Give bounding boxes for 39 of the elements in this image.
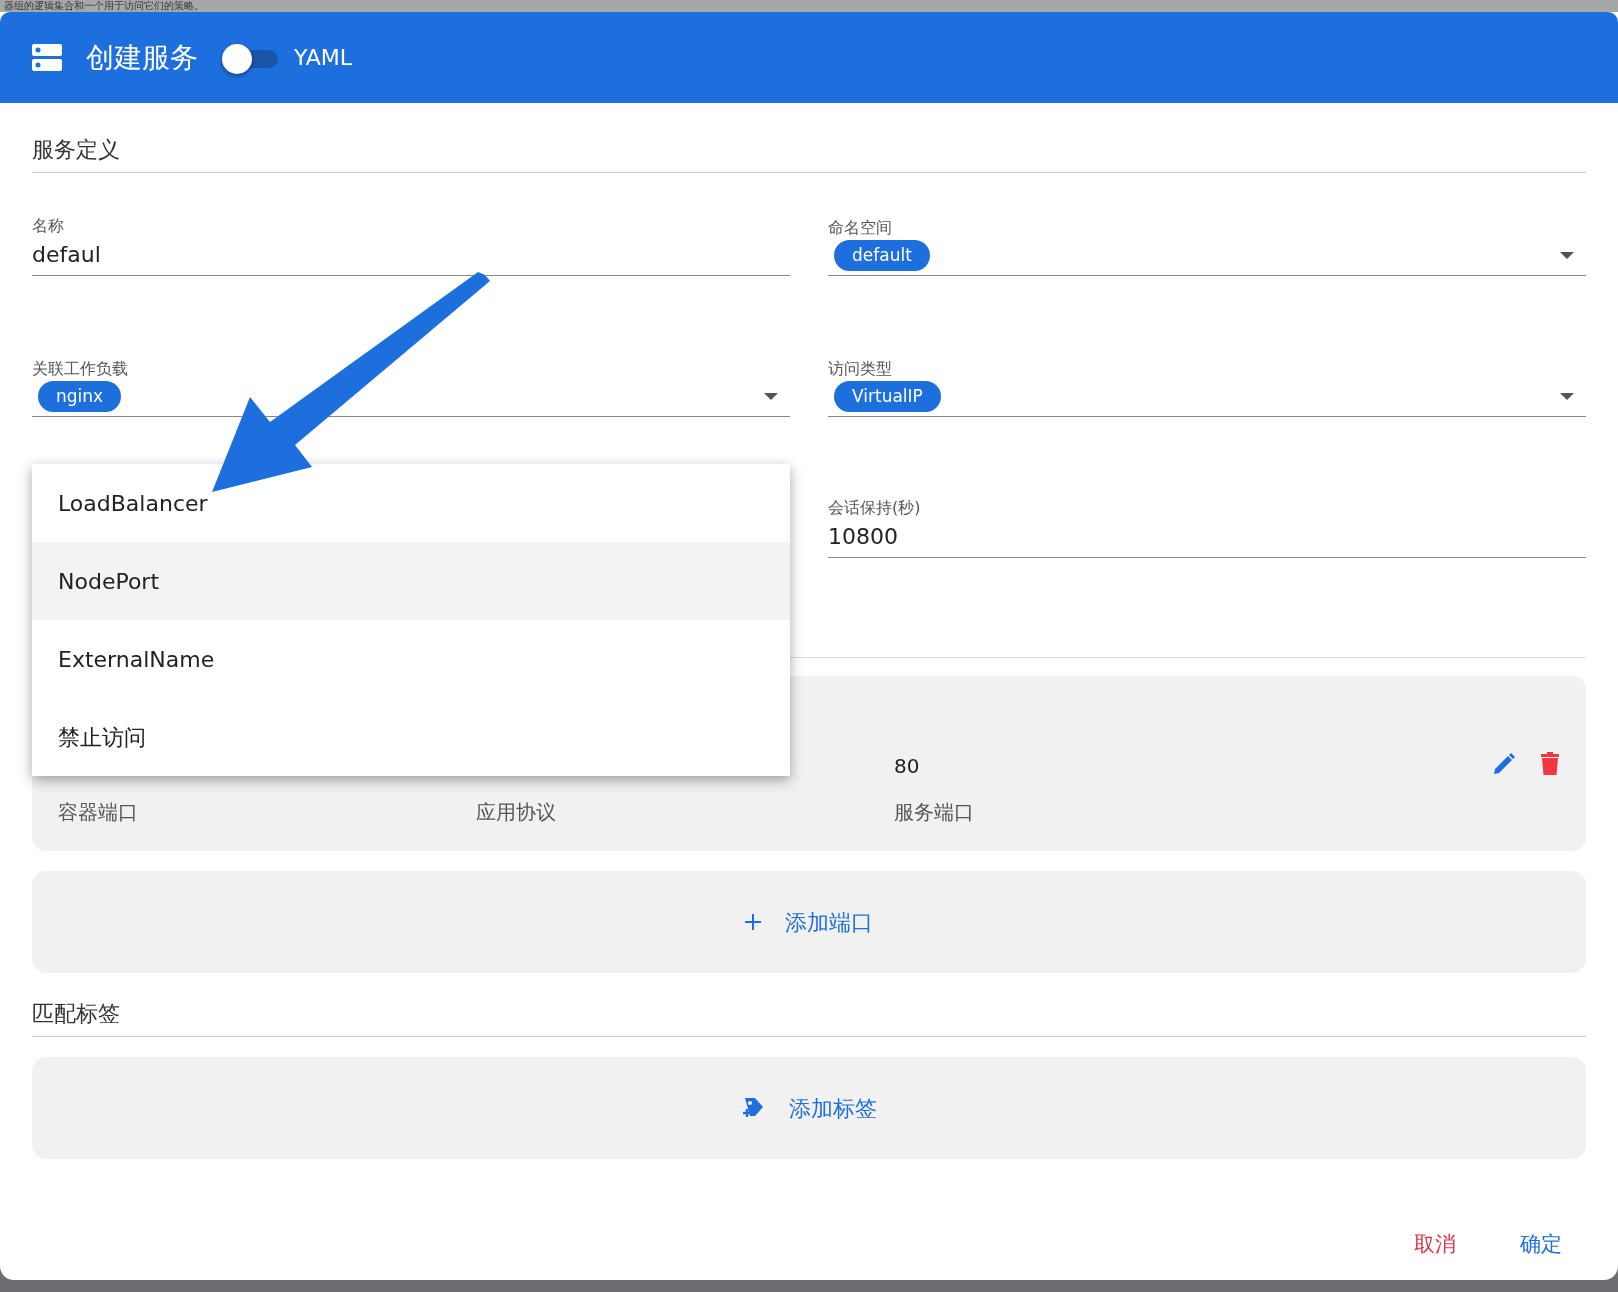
menu-item[interactable]: NodePort bbox=[32, 542, 790, 620]
text-field[interactable]: 会话保持(秒) 10800 bbox=[828, 465, 1586, 558]
field-label: 访问类型 bbox=[828, 357, 893, 380]
port-label: 服务端口 bbox=[894, 799, 974, 826]
caret-icon bbox=[1560, 251, 1574, 259]
port-label: 应用协议 bbox=[476, 799, 557, 826]
tag-icon bbox=[741, 1096, 765, 1120]
field-label: 命名空间 bbox=[828, 216, 893, 239]
field-value: 10800 bbox=[828, 523, 899, 551]
caret-icon bbox=[1560, 392, 1574, 400]
field-label: 名称 bbox=[32, 215, 65, 237]
plus-icon bbox=[745, 914, 761, 930]
section-title: 匹配标签 bbox=[32, 997, 1586, 1037]
port-label: 容器端口 bbox=[58, 799, 139, 826]
chip: nginx bbox=[38, 380, 122, 412]
server-icon bbox=[32, 42, 62, 73]
text-field[interactable]: 名称 defaul bbox=[32, 183, 790, 276]
cancel-button[interactable]: 取消 bbox=[1390, 1223, 1480, 1267]
chip: default bbox=[834, 239, 930, 271]
add-port-button[interactable]: 添加端口 bbox=[32, 871, 1586, 973]
confirm-button[interactable]: 确定 bbox=[1496, 1223, 1586, 1267]
select-field[interactable]: 访问类型 VirtualIP bbox=[828, 324, 1586, 417]
delete-icon[interactable] bbox=[1540, 751, 1560, 776]
menu-item[interactable]: 禁止访问 bbox=[32, 698, 790, 776]
menu-item[interactable]: LoadBalancer bbox=[32, 464, 790, 542]
field-value: defaul bbox=[32, 241, 102, 269]
add-label-button[interactable]: 添加标签 bbox=[32, 1057, 1586, 1159]
caret-icon bbox=[764, 392, 778, 400]
edit-icon[interactable] bbox=[1492, 751, 1516, 776]
menu-item[interactable]: ExternalName bbox=[32, 620, 790, 698]
port-value: 80 bbox=[894, 753, 921, 780]
dialog-title: 创建服务 bbox=[86, 39, 198, 76]
section-title: 服务定义 bbox=[32, 133, 1586, 173]
chip: VirtualIP bbox=[834, 380, 941, 412]
field-label: 关联工作负载 bbox=[32, 357, 129, 380]
select-field[interactable]: 命名空间 default bbox=[828, 183, 1586, 276]
background-text: 器组的逻辑集合和一个用于访问它们的策略。 bbox=[0, 0, 1618, 12]
switch-label: YAML bbox=[294, 44, 353, 72]
field-label: 会话保持(秒) bbox=[828, 497, 922, 519]
